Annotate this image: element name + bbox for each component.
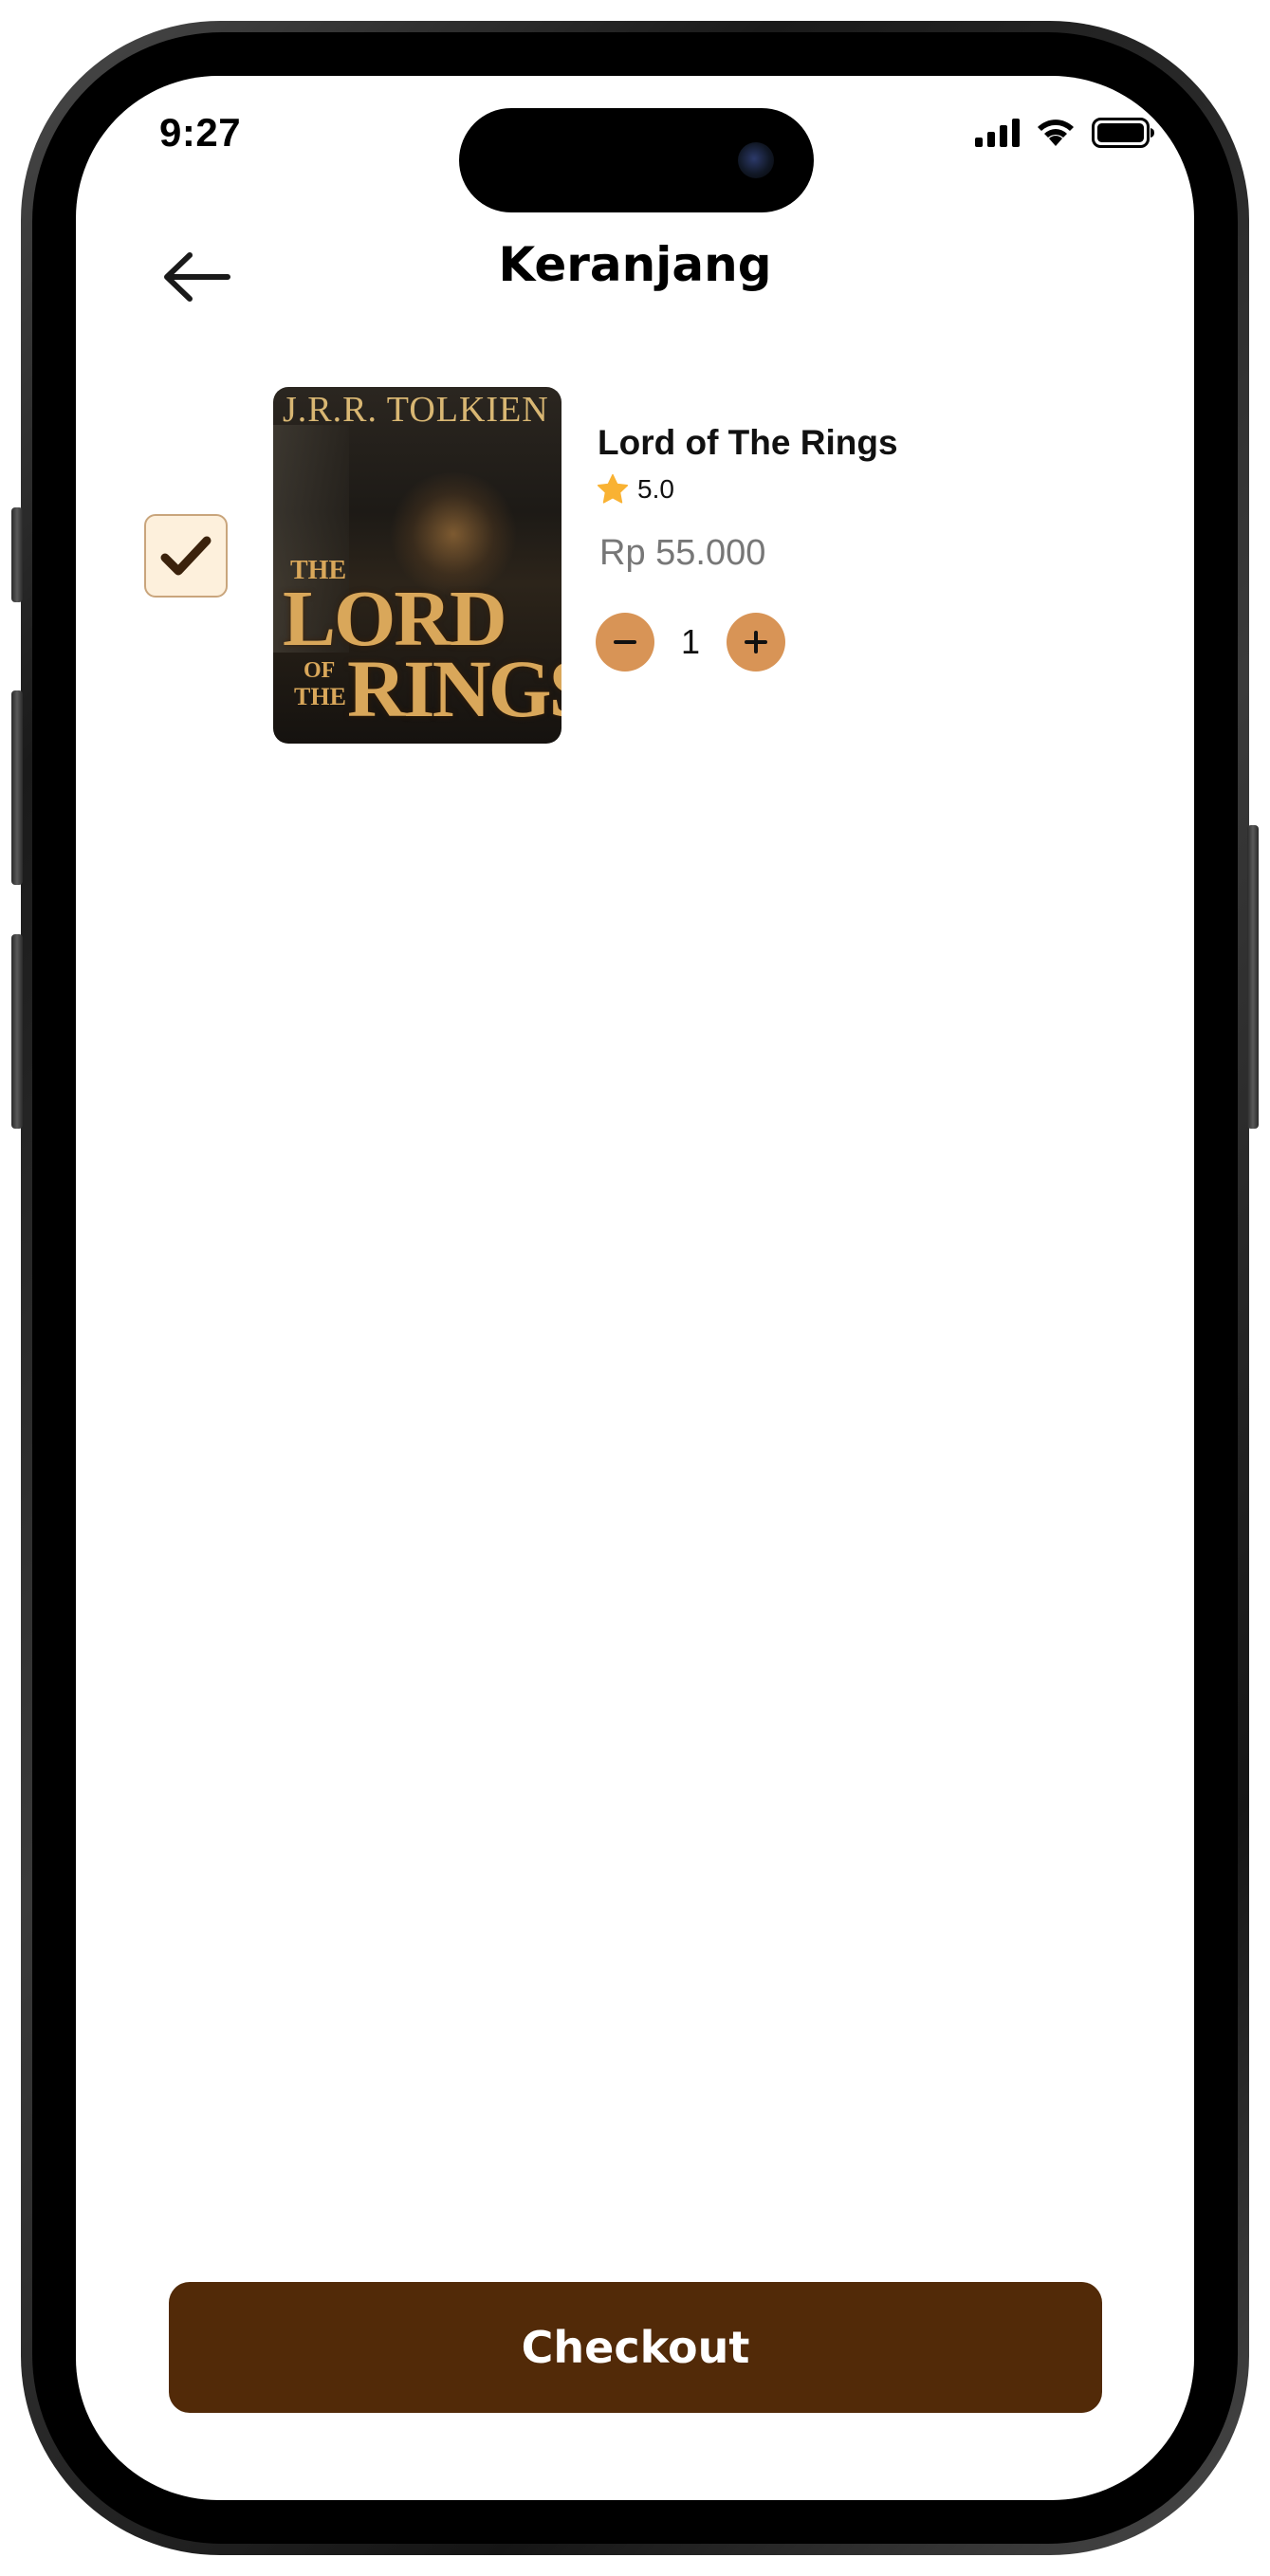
book-rating: 5.0 [596, 472, 674, 506]
cellular-signal-icon [975, 119, 1020, 147]
camera-icon [738, 142, 774, 178]
status-time: 9:27 [159, 110, 242, 155]
power-button [1247, 825, 1259, 1129]
checkmark-icon [160, 536, 212, 576]
book-cover-image[interactable]: J.R.R. TOLKIEN THE LORD OF THE RINGS [273, 387, 561, 744]
increase-quantity-button[interactable] [727, 613, 785, 672]
item-select-checkbox[interactable] [144, 514, 228, 598]
quantity-value: 1 [680, 622, 701, 661]
book-title: Lord of The Rings [598, 423, 898, 462]
decrease-quantity-button[interactable] [596, 613, 654, 672]
cover-author-text: J.R.R. TOLKIEN [283, 390, 549, 430]
action-button [11, 507, 23, 602]
quantity-stepper: 1 [596, 613, 785, 672]
minus-icon [614, 640, 636, 644]
volume-down-button [11, 934, 23, 1129]
volume-up-button [11, 690, 23, 885]
back-button[interactable] [154, 239, 239, 315]
star-icon [597, 473, 629, 504]
battery-icon [1092, 118, 1154, 148]
cover-title-the-small: THE [294, 683, 346, 710]
status-icons [975, 118, 1156, 148]
book-price: Rp 55.000 [599, 533, 766, 573]
dynamic-island [459, 108, 814, 212]
wifi-icon [1038, 120, 1074, 146]
cover-title-rings: RINGS [347, 643, 561, 734]
rating-value: 5.0 [637, 474, 674, 504]
cover-title-of: OF [304, 658, 336, 683]
app-screen: 9:27 Keranjang J.R.R. TOLKIEN THE LORD O… [76, 76, 1194, 2500]
page-title: Keranjang [498, 237, 772, 292]
plus-icon [745, 631, 767, 653]
arrow-left-icon [164, 252, 230, 302]
checkout-button[interactable]: Checkout [169, 2282, 1102, 2413]
